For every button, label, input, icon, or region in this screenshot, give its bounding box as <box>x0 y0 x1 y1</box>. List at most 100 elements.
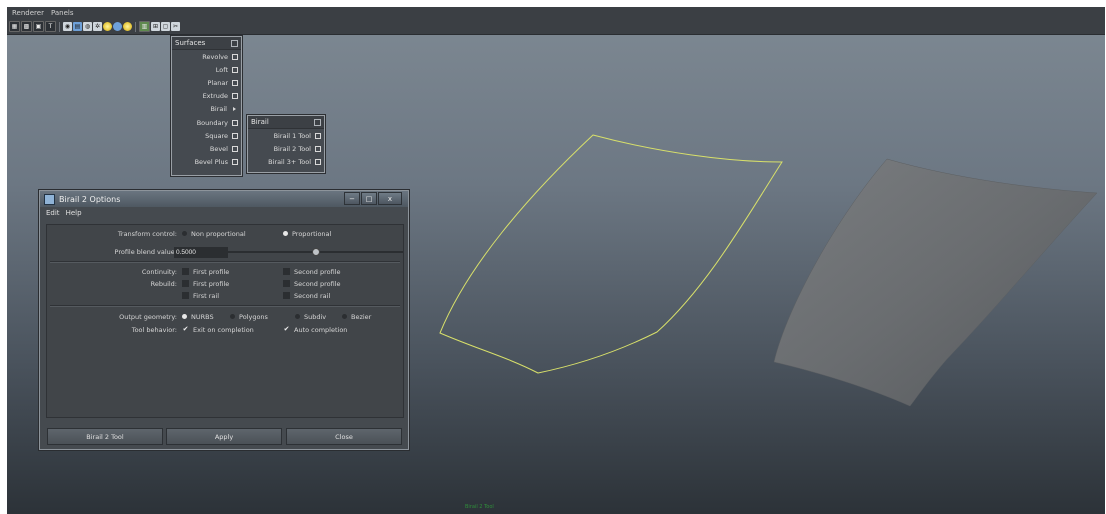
checkbox-label: Second profile <box>294 267 341 276</box>
status-message: Birail 2 Tool <box>465 504 494 510</box>
radio-icon <box>295 314 300 319</box>
option-box-icon[interactable] <box>315 145 321 152</box>
checkbox-label: First profile <box>193 267 230 276</box>
option-box-icon[interactable] <box>232 132 238 139</box>
menu-edit[interactable]: Edit <box>46 209 60 217</box>
rebuild-rails-row: First rail Second rail <box>47 290 403 301</box>
checkmark-icon: ✔ <box>283 325 290 333</box>
slider-thumb[interactable] <box>312 248 320 256</box>
dialog-titlebar[interactable]: Birail 2 Options − □ x <box>40 191 408 207</box>
option-box-icon[interactable] <box>232 145 238 152</box>
tool-behavior-label: Tool behavior: <box>131 325 177 334</box>
close-button[interactable]: x <box>378 192 402 205</box>
menu-item-revolve[interactable]: Revolve <box>172 50 241 63</box>
close-dialog-button[interactable]: Close <box>286 428 402 445</box>
menu-item-extrude[interactable]: Extrude <box>172 90 241 103</box>
menu-item-planar[interactable]: Planar <box>172 76 241 89</box>
option-box-icon[interactable] <box>315 158 321 165</box>
checkbox-label: Second rail <box>294 291 331 300</box>
menu-item-birail-2[interactable]: Birail 2 Tool <box>248 142 324 155</box>
rebuild-first-profile-checkbox[interactable]: First profile <box>182 280 229 288</box>
rebuild-row: Rebuild: First profile Second profile <box>47 278 403 289</box>
option-box-icon[interactable] <box>232 53 238 60</box>
continuity-row: Continuity: First profile Second profile <box>47 266 403 277</box>
menu-item-label: Revolve <box>202 52 228 61</box>
viewport[interactable]: Renderer Panels ▦ ▩ ▣ T ◉ ▤ ◍ ✲ ▥ ⊞ ▢ ✂ <box>7 7 1105 514</box>
menu-item-label: Loft <box>215 65 228 74</box>
radio-icon <box>283 231 288 236</box>
divider <box>50 261 400 263</box>
profile-blend-slider[interactable] <box>227 248 403 256</box>
option-box-icon[interactable] <box>315 132 321 139</box>
apply-button[interactable]: Apply <box>166 428 282 445</box>
radio-non-proportional[interactable]: Non proportional <box>182 230 246 238</box>
auto-completion-checkbox[interactable]: ✔ Auto completion <box>283 325 348 334</box>
checkbox-icon <box>283 292 290 299</box>
birail-curve-outline[interactable] <box>439 134 783 374</box>
surfaces-menu-header: Surfaces <box>172 37 241 50</box>
minimize-button[interactable]: − <box>344 192 360 205</box>
radio-bezier[interactable]: Bezier <box>342 313 371 321</box>
close-icon[interactable] <box>314 118 321 126</box>
checkbox-icon <box>182 280 189 287</box>
transform-control-row: Transform control: Non proportional Prop… <box>47 228 403 239</box>
menu-item-loft[interactable]: Loft <box>172 63 241 76</box>
window-controls: − □ x <box>344 192 402 205</box>
menu-item-bevel-plus[interactable]: Bevel Plus <box>172 156 241 169</box>
tool-behavior-row: Tool behavior: ✔ Exit on completion ✔ Auto… <box>47 324 403 335</box>
option-box-icon[interactable] <box>232 66 238 73</box>
menu-item-birail-1[interactable]: Birail 1 Tool <box>248 129 324 142</box>
menu-item-birail-3[interactable]: Birail 3+ Tool <box>248 155 324 168</box>
close-icon[interactable] <box>231 39 238 47</box>
menu-item-label: Bevel <box>209 144 228 153</box>
menu-item-label: Planar <box>207 78 228 87</box>
output-geometry-row: Output geometry: NURBS Polygons Subdiv B… <box>47 311 403 322</box>
submenu-arrow-icon <box>233 107 236 112</box>
menu-item-label: Birail 3+ Tool <box>268 157 311 166</box>
menu-item-square[interactable]: Square <box>172 129 241 142</box>
menu-item-label: Birail 1 Tool <box>273 131 311 140</box>
rebuild-first-rail-checkbox[interactable]: First rail <box>182 292 219 300</box>
exit-on-completion-checkbox[interactable]: ✔ Exit on completion <box>182 326 254 334</box>
option-box-icon[interactable] <box>232 79 238 86</box>
dialog-title: Birail 2 Options <box>59 194 121 204</box>
continuity-label: Continuity: <box>141 267 177 276</box>
radio-label: Polygons <box>239 312 268 321</box>
menu-item-label: Birail 2 Tool <box>273 144 311 153</box>
birail-surface[interactable] <box>773 158 1098 407</box>
birail-submenu-title: Birail <box>251 118 269 126</box>
radio-polygons[interactable]: Polygons <box>230 313 268 321</box>
radio-subdiv[interactable]: Subdiv <box>295 313 326 321</box>
menu-help[interactable]: Help <box>66 209 82 217</box>
profile-blend-field[interactable] <box>174 247 228 258</box>
radio-label: Subdiv <box>304 312 327 321</box>
birail-submenu: Birail Birail 1 Tool Birail 2 Tool Birai… <box>247 115 325 173</box>
option-box-icon[interactable] <box>232 119 238 126</box>
output-geometry-label: Output geometry: <box>119 312 177 321</box>
option-box-icon[interactable] <box>232 159 238 166</box>
checkbox-label: Second profile <box>294 279 341 288</box>
rebuild-second-rail-checkbox[interactable]: Second rail <box>283 292 330 300</box>
radio-nurbs[interactable]: NURBS <box>182 313 214 321</box>
continuity-second-profile-checkbox[interactable]: Second profile <box>283 268 341 276</box>
radio-label: Non proportional <box>191 229 246 238</box>
profile-blend-label: Profile blend value: <box>114 247 177 256</box>
menu-item-boundary[interactable]: Boundary <box>172 116 241 129</box>
maximize-button[interactable]: □ <box>361 192 377 205</box>
menu-item-label: Bevel Plus <box>194 158 228 167</box>
radio-icon <box>182 231 187 236</box>
rebuild-second-profile-checkbox[interactable]: Second profile <box>283 280 341 288</box>
transform-control-label: Transform control: <box>117 229 177 238</box>
menu-item-label: Birail <box>210 105 227 114</box>
birail-2-tool-button[interactable]: Birail 2 Tool <box>47 428 163 445</box>
radio-icon <box>342 314 347 319</box>
menu-item-label: Extrude <box>202 92 228 101</box>
menu-item-birail[interactable]: Birail <box>172 103 241 116</box>
continuity-first-profile-checkbox[interactable]: First profile <box>182 268 229 276</box>
radio-icon <box>230 314 235 319</box>
menu-item-label: Boundary <box>196 118 228 127</box>
surfaces-menu-title: Surfaces <box>175 39 206 47</box>
radio-proportional[interactable]: Proportional <box>283 230 331 238</box>
menu-item-bevel[interactable]: Bevel <box>172 142 241 155</box>
option-box-icon[interactable] <box>232 93 238 100</box>
